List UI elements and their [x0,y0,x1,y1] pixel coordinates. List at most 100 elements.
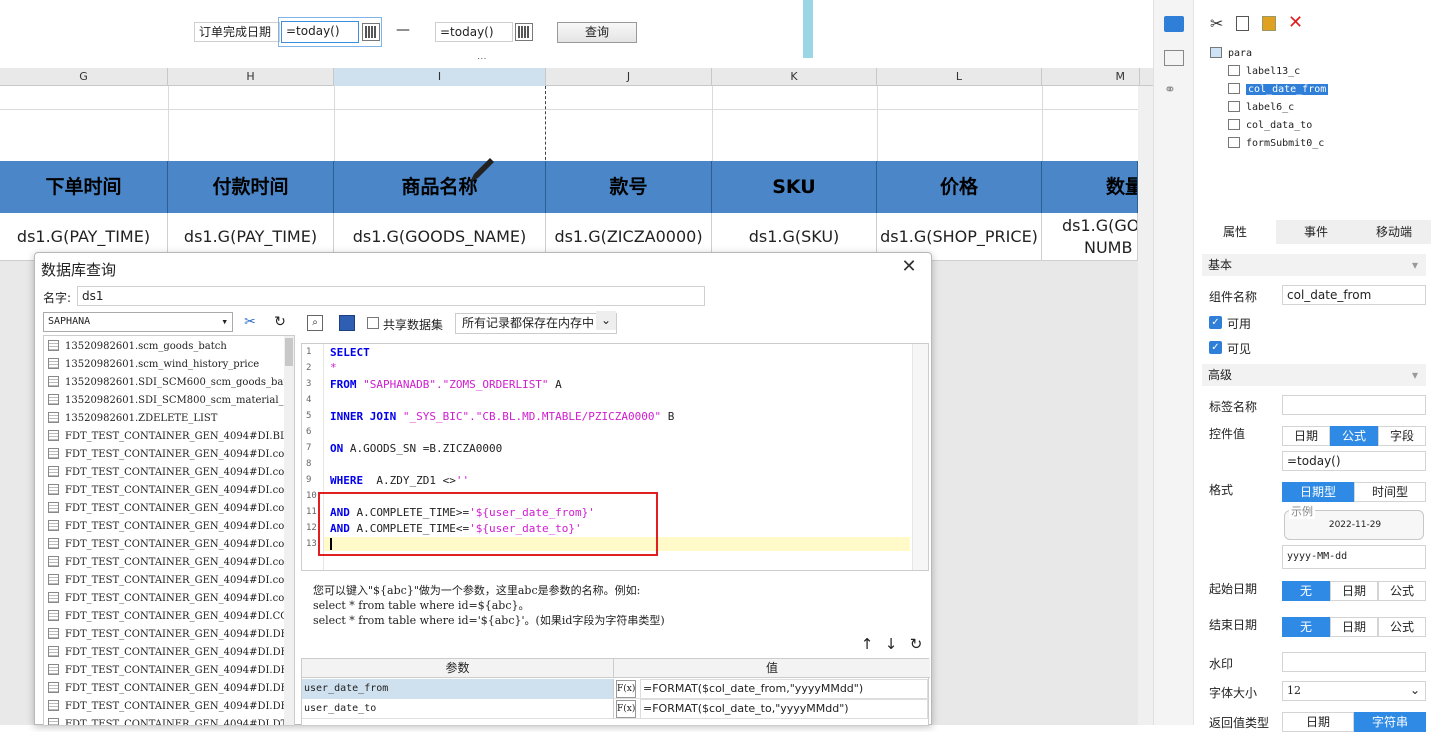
enabled-checkbox[interactable]: ✓ [1209,316,1222,329]
column-header[interactable]: G [0,68,168,86]
start-date-date[interactable]: 日期 [1330,581,1378,601]
value-type-field[interactable]: 字段 [1378,426,1426,446]
list-item[interactable]: FDT_TEST_CONTAINER_GEN_4094#DI.com.s [48,464,284,482]
table-list-scrollbar[interactable] [284,336,294,725]
query-button[interactable]: 查询 [557,22,637,43]
splitter-handle[interactable]: ··· [477,58,487,65]
formula-icon[interactable]: F(x) [616,700,636,718]
section-basic[interactable]: 基本 [1202,254,1426,276]
column-header[interactable]: I [334,68,546,86]
date-to-input[interactable]: =today() [435,22,513,42]
link-icon[interactable]: ⚭ [1164,82,1184,98]
preview-icon[interactable]: ⌕ [307,315,323,331]
delete-icon[interactable]: ✕ [1288,12,1303,33]
header-cell[interactable]: 款号 [546,161,712,213]
list-item[interactable]: FDT_TEST_CONTAINER_GEN_4094#DI.com.s [48,518,284,536]
end-date-formula[interactable]: 公式 [1378,617,1426,637]
format-date-type[interactable]: 日期型 [1282,482,1354,502]
end-date-none[interactable]: 无 [1282,617,1330,637]
param-value[interactable]: =FORMAT($col_date_to,"yyyyMMdd") [640,699,928,719]
resize-divider[interactable] [803,0,813,58]
tab-events[interactable]: 事件 [1276,220,1356,244]
param-name[interactable]: user_date_from [302,679,614,699]
header-cell[interactable]: 数量 [1042,161,1138,213]
tree-root[interactable]: para [1210,46,1252,62]
value-type-formula[interactable]: 公式 [1330,426,1378,446]
calendar-icon[interactable] [515,23,533,41]
format-pattern-input[interactable]: yyyy-MM-dd [1282,545,1426,569]
tree-item[interactable]: col_data_to [1228,118,1312,134]
param-name[interactable]: user_date_to [302,699,614,719]
visible-checkbox[interactable]: ✓ [1209,341,1222,354]
arrow-up-icon[interactable]: ↑ [858,635,876,653]
start-date-none[interactable]: 无 [1282,581,1330,601]
param-value[interactable]: =FORMAT($col_date_from,"yyyyMMdd") [640,679,928,699]
tree-item[interactable]: formSubmit0_c [1228,136,1324,152]
tab-properties[interactable]: 属性 [1194,220,1276,244]
start-date-formula[interactable]: 公式 [1378,581,1426,601]
tree-item[interactable]: label13_c [1228,64,1300,80]
sql-editor[interactable]: 1 2 3 4 5 6 7 8 9 10 11 12 13 SELECT * FROM "SAPHANA… [301,343,929,571]
name-input[interactable]: ds1 [77,286,705,306]
list-item[interactable]: FDT_TEST_CONTAINER_GEN_4094#DI.DEPST [48,698,284,716]
header-cell[interactable]: 价格 [877,161,1042,213]
list-item[interactable]: 13520982601.scm_wind_history_price [48,356,284,374]
connection-select[interactable]: SAPHANA [43,312,233,332]
section-advanced[interactable]: 高级 [1202,364,1426,386]
column-header[interactable]: M [1042,68,1140,86]
column-header[interactable]: L [877,68,1042,86]
list-item[interactable]: 13520982601.ZDELETE_LIST [48,410,284,428]
list-item[interactable]: FDT_TEST_CONTAINER_GEN_4094#DI.com.s [48,482,284,500]
list-item[interactable]: 13520982601.SDI_SCM800_scm_material_ [48,392,284,410]
list-item[interactable]: FDT_TEST_CONTAINER_GEN_4094#DI.com.s [48,536,284,554]
font-size-select[interactable]: 12 [1282,681,1426,701]
list-item[interactable]: 13520982601.SDI_SCM600_scm_goods_bat [48,374,284,392]
list-item[interactable]: FDT_TEST_CONTAINER_GEN_4094#DI.com.s [48,572,284,590]
list-item[interactable]: FDT_TEST_CONTAINER_GEN_4094#DI.DEPST [48,644,284,662]
arrow-down-icon[interactable]: ↓ [882,635,900,653]
column-header[interactable]: K [712,68,877,86]
list-item[interactable]: FDT_TEST_CONTAINER_GEN_4094#DI.BLOB_ [48,428,284,446]
layout-icon[interactable] [1164,50,1184,66]
return-type-date[interactable]: 日期 [1282,712,1354,732]
table-list[interactable]: 13520982601.scm_goods_batch 13520982601.s… [43,335,295,726]
list-item[interactable]: FDT_TEST_CONTAINER_GEN_4094#DI.com.s [48,500,284,518]
value-type-date[interactable]: 日期 [1282,426,1330,446]
paste-icon[interactable] [1262,16,1276,31]
header-cell[interactable]: SKU [712,161,877,213]
cut-icon[interactable]: ✂ [1210,14,1223,33]
refresh-icon[interactable]: ↻ [269,312,291,332]
close-icon[interactable]: ✕ [899,257,919,277]
header-cell[interactable]: 付款时间 [168,161,334,213]
list-item[interactable]: 13520982601.scm_goods_batch [48,338,284,356]
table-row[interactable]: user_date_to F(x) =FORMAT($col_date_to,"… [302,699,930,719]
edit-connection-icon[interactable]: ✂ [239,312,261,332]
list-item[interactable]: FDT_TEST_CONTAINER_GEN_4094#DI.DEPST [48,662,284,680]
memory-mode-select[interactable]: 所有记录都保存在内存中 [455,311,617,334]
component-name-input[interactable]: col_date_from [1282,285,1426,305]
list-item[interactable]: FDT_TEST_CONTAINER_GEN_4094#DI.com.s [48,446,284,464]
list-item[interactable]: FDT_TEST_CONTAINER_GEN_4094#DI.CONFI [48,608,284,626]
data-cell[interactable]: ds1.G(GO NUMB [1042,213,1138,261]
header-cell[interactable]: 商品名称 [334,161,546,213]
share-dataset-checkbox[interactable] [367,317,379,329]
format-time-type[interactable]: 时间型 [1354,482,1426,502]
refresh-icon[interactable]: ↻ [907,635,925,653]
tree-item-selected[interactable]: col_date_from [1228,82,1329,98]
copy-icon[interactable] [1236,16,1249,31]
tree-item[interactable]: label6_c [1228,100,1294,116]
list-item[interactable]: FDT_TEST_CONTAINER_GEN_4094#DI.com.s [48,590,284,608]
header-cell[interactable]: 下单时间 [0,161,168,213]
chevron-down-icon[interactable]: ⌄ [1410,683,1420,697]
vertical-scrollbar[interactable] [1138,86,1153,725]
list-item[interactable]: FDT_TEST_CONTAINER_GEN_4094#DI.com.s [48,554,284,572]
return-type-string[interactable]: 字符串 [1354,712,1426,732]
scroll-thumb[interactable] [285,338,293,366]
column-header[interactable]: H [168,68,334,86]
watermark-input[interactable] [1282,652,1426,672]
editor-scrollbar[interactable] [912,344,928,570]
save-icon[interactable] [339,315,355,331]
tag-name-input[interactable] [1282,395,1426,415]
widget-icon[interactable] [1164,16,1184,32]
list-item[interactable]: FDT_TEST_CONTAINER_GEN_4094#DI.DEPST [48,680,284,698]
